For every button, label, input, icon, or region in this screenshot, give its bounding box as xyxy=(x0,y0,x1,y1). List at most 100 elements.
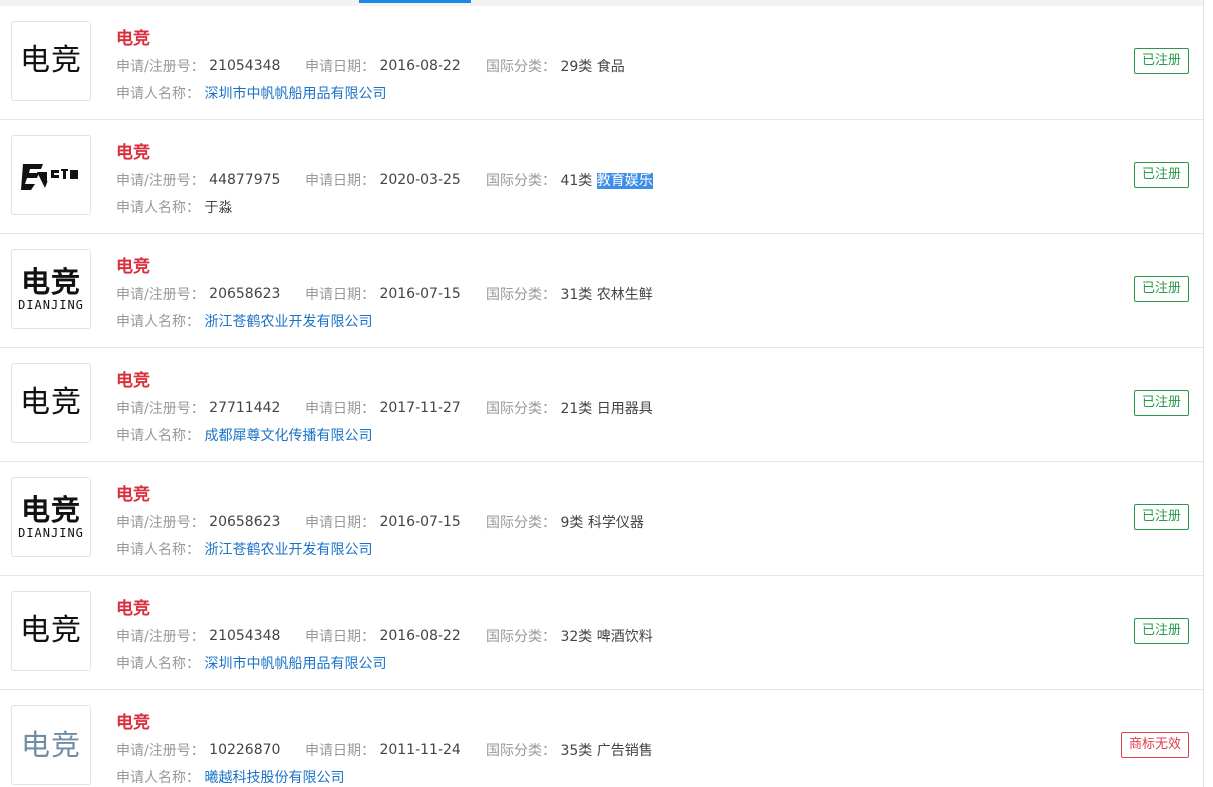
trademark-row[interactable]: 电竞 电竞 申请/注册号： 21054348 申请日期： 2016-08-22 国际分类… xyxy=(0,576,1203,690)
date-value: 2017-11-27 xyxy=(379,400,461,416)
applicant-name: 于淼 xyxy=(204,200,233,216)
class-name: 食品 xyxy=(596,59,625,75)
class-field: 国际分类： 29类 食品 xyxy=(486,56,625,76)
trademark-name[interactable]: 电竞 xyxy=(116,480,150,505)
class-number: 35类 xyxy=(560,743,593,759)
applicant-name[interactable]: 浙江苍鹤农业开发有限公司 xyxy=(204,314,372,330)
reg-no-field: 申请/注册号： 20658623 xyxy=(116,512,280,532)
class-number: 9类 xyxy=(560,515,584,531)
trademark-name[interactable]: 电竞 xyxy=(116,24,150,49)
status-badge: 已注册 xyxy=(1133,48,1189,74)
applicant-field: 申请人名称： 深圳市中帆帆船用品有限公司 xyxy=(116,83,386,103)
reg-no-value: 10226870 xyxy=(209,742,281,758)
logo-wordmark: 电竞 xyxy=(20,492,81,527)
trademark-name[interactable]: 电竞 xyxy=(116,594,150,619)
applicant-label: 申请人名称： xyxy=(116,656,200,672)
trademark-logo[interactable]: 电竞 xyxy=(11,591,91,671)
class-number: 21类 xyxy=(560,401,593,417)
trademark-row[interactable]: 电竞 DIANJING 电竞 申请/注册号： 20658623 申请日期： 2016-0… xyxy=(0,234,1203,348)
class-field: 国际分类： 32类 啤酒饮料 xyxy=(486,626,653,646)
applicant-name[interactable]: 浙江苍鹤农业开发有限公司 xyxy=(204,542,372,558)
trademark-logo[interactable] xyxy=(11,135,91,215)
trademark-name[interactable]: 电竞 xyxy=(116,708,150,733)
status-badge: 已注册 xyxy=(1133,618,1189,644)
date-label: 申请日期： xyxy=(305,401,375,417)
reg-no-value: 21054348 xyxy=(209,628,281,644)
class-number: 32类 xyxy=(560,629,593,645)
trademark-logo[interactable]: 电竞 DIANJING xyxy=(11,477,91,557)
applicant-name[interactable]: 成都犀尊文化传播有限公司 xyxy=(204,428,372,444)
reg-no-label: 申请/注册号： xyxy=(116,401,205,417)
trademark-logo[interactable]: 电竞 xyxy=(11,21,91,101)
reg-no-field: 申请/注册号： 21054348 xyxy=(116,56,280,76)
date-value: 2016-08-22 xyxy=(379,58,461,74)
trademark-results-page: 电竞 电竞 申请/注册号： 21054348 申请日期： 2016-08-22 国际分类… xyxy=(0,0,1213,787)
applicant-label: 申请人名称： xyxy=(116,86,200,102)
trademark-name[interactable]: 电竞 xyxy=(116,366,150,391)
reg-no-value: 20658623 xyxy=(209,514,281,530)
reg-no-label: 申请/注册号： xyxy=(116,287,205,303)
trademark-row[interactable]: 电竞 电竞 申请/注册号： 10226870 申请日期： 2011-11-24 国际分类… xyxy=(0,690,1203,787)
trademark-logo[interactable]: 电竞 DIANJING xyxy=(11,249,91,329)
applicant-label: 申请人名称： xyxy=(116,428,200,444)
date-label: 申请日期： xyxy=(305,515,375,531)
applicant-field: 申请人名称： 浙江苍鹤农业开发有限公司 xyxy=(116,539,372,559)
trademark-row[interactable]: 电竞 电竞 申请/注册号： 27711442 申请日期： 2017-11-27 国际分类… xyxy=(0,348,1203,462)
applicant-field: 申请人名称： 浙江苍鹤农业开发有限公司 xyxy=(116,311,372,331)
applicant-name[interactable]: 深圳市中帆帆船用品有限公司 xyxy=(204,86,386,102)
date-value: 2020-03-25 xyxy=(379,172,461,188)
applicant-label: 申请人名称： xyxy=(116,770,200,786)
status-badge: 商标无效 xyxy=(1120,732,1189,758)
class-number: 31类 xyxy=(560,287,593,303)
trademark-logo[interactable]: 电竞 xyxy=(11,705,91,785)
reg-no-value: 27711442 xyxy=(209,400,281,416)
trademark-logo[interactable]: 电竞 xyxy=(11,363,91,443)
class-number: 41类 xyxy=(560,173,593,189)
class-label: 国际分类： xyxy=(486,287,556,303)
reg-no-label: 申请/注册号： xyxy=(116,59,205,75)
applicant-field: 申请人名称： 深圳市中帆帆船用品有限公司 xyxy=(116,653,386,673)
reg-no-field: 申请/注册号： 10226870 xyxy=(116,740,280,760)
class-name: 科学仪器 xyxy=(587,515,644,531)
applicant-label: 申请人名称： xyxy=(116,314,200,330)
applicant-label: 申请人名称： xyxy=(116,200,200,216)
applicant-name[interactable]: 曦越科技股份有限公司 xyxy=(204,770,344,786)
class-label: 国际分类： xyxy=(486,173,556,189)
applicant-name[interactable]: 深圳市中帆帆船用品有限公司 xyxy=(204,656,386,672)
class-label: 国际分类： xyxy=(486,743,556,759)
active-tab-indicator xyxy=(359,0,471,3)
date-field: 申请日期： 2011-11-24 xyxy=(305,740,461,760)
status-badge: 已注册 xyxy=(1133,390,1189,416)
logo-pinyin: DIANJING xyxy=(18,525,84,540)
trademark-name[interactable]: 电竞 xyxy=(116,138,150,163)
class-field: 国际分类： 9类 科学仪器 xyxy=(486,512,644,532)
date-field: 申请日期： 2020-03-25 xyxy=(305,170,461,190)
date-value: 2011-11-24 xyxy=(379,742,461,758)
applicant-field: 申请人名称： 成都犀尊文化传播有限公司 xyxy=(116,425,372,445)
trademark-row[interactable]: 电竞 电竞 申请/注册号： 21054348 申请日期： 2016-08-22 国际分类… xyxy=(0,6,1203,120)
date-field: 申请日期： 2016-07-15 xyxy=(305,284,461,304)
class-field: 国际分类： 31类 农林生鲜 xyxy=(486,284,653,304)
trademark-row[interactable]: 电竞 DIANJING 电竞 申请/注册号： 20658623 申请日期： 2016-0… xyxy=(0,462,1203,576)
date-field: 申请日期： 2016-07-15 xyxy=(305,512,461,532)
reg-no-value: 44877975 xyxy=(209,172,281,188)
reg-no-label: 申请/注册号： xyxy=(116,629,205,645)
class-name: 农林生鲜 xyxy=(596,287,653,303)
class-label: 国际分类： xyxy=(486,59,556,75)
date-value: 2016-08-22 xyxy=(379,628,461,644)
date-field: 申请日期： 2016-08-22 xyxy=(305,626,461,646)
trademark-name[interactable]: 电竞 xyxy=(116,252,150,277)
logo-wordmark: 电竞 xyxy=(20,264,81,299)
esports-emblem-icon xyxy=(21,158,81,192)
applicant-field: 申请人名称： 于淼 xyxy=(116,197,232,217)
logo-wordmark: 电竞 xyxy=(20,613,82,648)
reg-no-value: 20658623 xyxy=(209,286,281,302)
trademark-row[interactable]: 电竞 申请/注册号： 44877975 申请日期： 2020-03-25 国际分类： … xyxy=(0,120,1203,234)
status-badge: 已注册 xyxy=(1133,276,1189,302)
class-label: 国际分类： xyxy=(486,401,556,417)
reg-no-label: 申请/注册号： xyxy=(116,743,205,759)
date-field: 申请日期： 2017-11-27 xyxy=(305,398,461,418)
logo-wordmark: 电竞 xyxy=(20,727,81,762)
date-label: 申请日期： xyxy=(305,629,375,645)
applicant-label: 申请人名称： xyxy=(116,542,200,558)
